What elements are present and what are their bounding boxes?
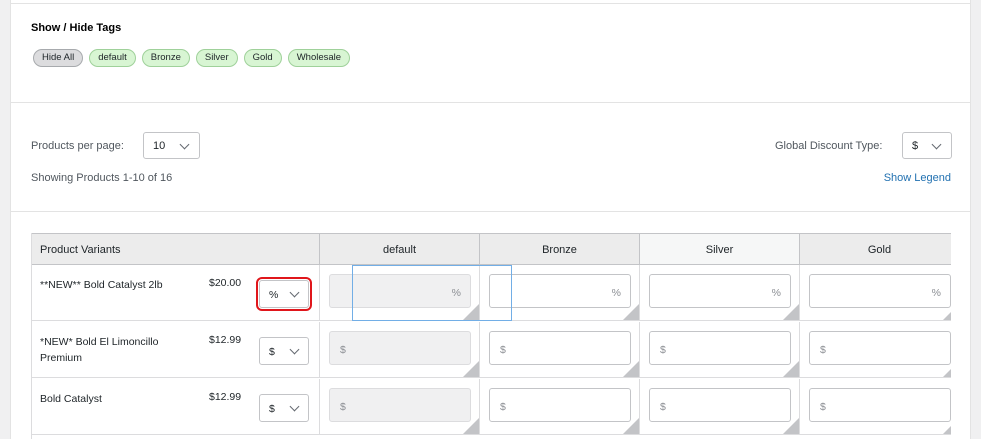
unit-symbol: $ — [820, 344, 826, 356]
tag-wholesale[interactable]: Wholesale — [287, 49, 351, 67]
unit-symbol: $ — [820, 401, 826, 413]
unit-symbol: % — [931, 287, 941, 299]
default-cell: $ + — [320, 322, 480, 377]
table-row: Bold Catalyst $12.99 $ $ + $ + $ + $ — [32, 379, 951, 435]
expand-corner-icon[interactable]: + — [623, 352, 639, 377]
chevron-down-icon — [179, 139, 190, 150]
product-cell: Bold Catalyst $12.99 $ — [32, 379, 320, 434]
discount-type-row-value: $ — [269, 346, 275, 358]
header-bronze: Bronze — [480, 233, 640, 265]
tag-gold[interactable]: Gold — [243, 49, 282, 67]
discount-type-row-select[interactable]: % — [256, 277, 312, 311]
default-price-input: $ — [329, 331, 471, 365]
silver-cell: $ + — [640, 379, 800, 434]
per-page-select[interactable]: 10 — [143, 132, 200, 159]
tags-section: Show / Hide Tags Hide All default Bronze… — [11, 3, 970, 103]
expand-corner-icon[interactable]: + — [783, 295, 799, 320]
product-name: Bold Catalyst — [40, 393, 102, 405]
silver-price-input[interactable]: % — [649, 274, 791, 308]
bronze-cell: $ + — [480, 322, 640, 377]
unit-symbol: % — [611, 287, 621, 299]
table-row: *NEW* Bold El Limoncillo Premium $12.99 … — [32, 322, 951, 378]
chevron-down-icon — [289, 401, 300, 412]
unit-symbol: $ — [660, 401, 666, 413]
silver-price-input[interactable]: $ — [649, 388, 791, 422]
expand-corner-icon[interactable]: + — [783, 352, 799, 377]
silver-price-input[interactable]: $ — [649, 331, 791, 365]
product-cell: **NEW** Bold Catalyst 2lb $20.00 % — [32, 265, 320, 320]
header-product-variants: Product Variants — [32, 233, 320, 265]
product-price: $12.99 — [209, 334, 242, 346]
expand-corner-icon[interactable]: + — [943, 304, 951, 320]
tag-silver[interactable]: Silver — [195, 49, 238, 67]
discount-type-label: Global Discount Type: — [775, 140, 883, 152]
chevron-down-icon — [289, 287, 300, 298]
gold-price-input[interactable]: % — [809, 274, 951, 308]
expand-corner-icon[interactable]: + — [943, 361, 951, 377]
unit-symbol: $ — [340, 401, 346, 413]
gold-price-input[interactable]: $ — [809, 388, 951, 422]
per-page-value: 10 — [153, 140, 166, 152]
product-cell: *NEW* Bold El Limoncillo Premium $12.99 … — [32, 322, 320, 377]
silver-cell: % + — [640, 265, 800, 320]
expand-corner-icon[interactable]: + — [463, 295, 479, 320]
expand-corner-icon[interactable]: + — [623, 409, 639, 434]
header-silver: Silver — [640, 233, 800, 265]
unit-symbol: $ — [500, 344, 506, 356]
expand-corner-icon[interactable]: + — [463, 352, 479, 377]
silver-cell: $ + — [640, 322, 800, 377]
default-cell: $ + — [320, 379, 480, 434]
discount-type-row-select[interactable]: $ — [259, 337, 309, 365]
tags-title: Show / Hide Tags — [31, 22, 122, 34]
expand-corner-icon[interactable]: + — [623, 295, 639, 320]
expand-corner-icon[interactable]: + — [463, 409, 479, 434]
chevron-down-icon — [931, 139, 942, 150]
tag-hide-all[interactable]: Hide All — [33, 49, 84, 67]
showing-products-text: Showing Products 1-10 of 16 — [31, 172, 173, 184]
discount-type-row-value: % — [269, 289, 279, 301]
tag-default[interactable]: default — [89, 49, 136, 67]
unit-symbol: $ — [660, 344, 666, 356]
chevron-down-icon — [289, 344, 300, 355]
default-cell: % + — [320, 265, 480, 320]
unit-symbol: % — [771, 287, 781, 299]
gold-cell: $ + — [800, 322, 951, 377]
discount-type-row-select[interactable]: $ — [259, 394, 309, 422]
default-price-input: $ — [329, 388, 471, 422]
header-default: default — [320, 233, 480, 265]
product-name: **NEW** Bold Catalyst 2lb — [40, 279, 163, 291]
bronze-cell: $ + — [480, 379, 640, 434]
tag-bronze[interactable]: Bronze — [141, 49, 190, 67]
gold-price-input[interactable]: $ — [809, 331, 951, 365]
expand-corner-icon[interactable]: + — [783, 409, 799, 434]
per-page-label: Products per page: — [31, 140, 124, 152]
unit-symbol: % — [451, 287, 461, 299]
pricing-table: Product Variants default Bronze Silver G… — [31, 233, 951, 439]
product-price: $20.00 — [209, 277, 242, 289]
discount-type-select[interactable]: $ — [902, 132, 952, 159]
discount-type-value: $ — [912, 140, 919, 152]
unit-symbol: $ — [340, 344, 346, 356]
show-legend-link[interactable]: Show Legend — [884, 172, 951, 184]
bronze-price-input[interactable]: $ — [489, 388, 631, 422]
expand-corner-icon[interactable]: + — [943, 418, 951, 434]
gold-cell: % + — [800, 265, 951, 320]
header-gold: Gold — [800, 233, 951, 265]
default-price-input: % — [329, 274, 471, 308]
discount-type-row-value: $ — [269, 403, 275, 415]
product-price: $12.99 — [209, 391, 242, 403]
main-panel: Show / Hide Tags Hide All default Bronze… — [10, 0, 971, 439]
controls-section: Products per page: 10 Global Discount Ty… — [11, 104, 970, 212]
unit-symbol: $ — [500, 401, 506, 413]
table-row: **NEW** Bold Catalyst 2lb $20.00 % % + %… — [32, 265, 951, 321]
bronze-price-input[interactable]: $ — [489, 331, 631, 365]
bronze-price-input[interactable]: % — [489, 274, 631, 308]
product-name: *NEW* Bold El Limoncillo Premium — [40, 336, 159, 364]
bronze-cell: % + — [480, 265, 640, 320]
gold-cell: $ + — [800, 379, 951, 434]
tag-list: Hide All default Bronze Silver Gold Whol… — [33, 49, 351, 67]
